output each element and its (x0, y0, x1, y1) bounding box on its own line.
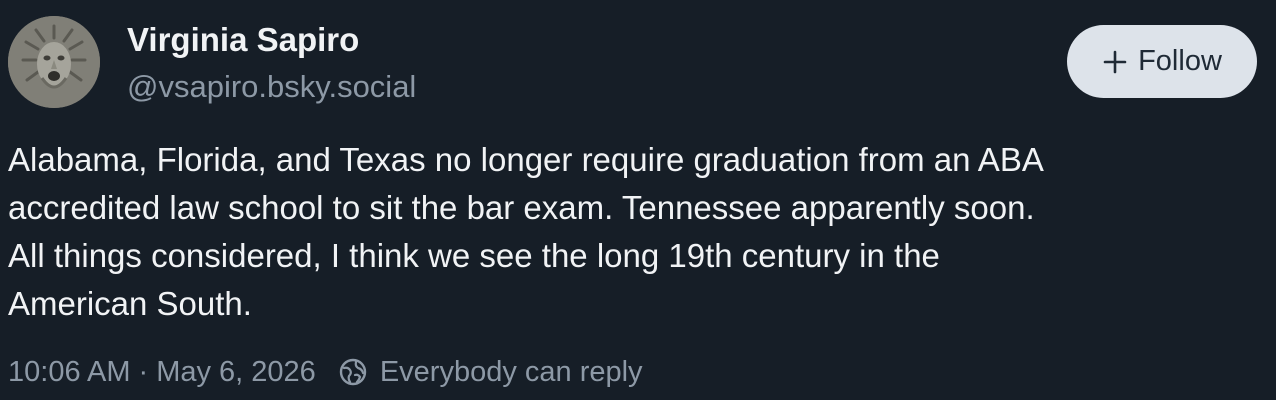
follow-button[interactable]: Follow (1067, 25, 1257, 98)
globe-icon (338, 357, 368, 387)
post-text-line: Alabama, Florida, and Texas no longer re… (8, 141, 1044, 178)
post-text: Alabama, Florida, and Texas no longer re… (8, 136, 1258, 328)
author-display-name[interactable]: Virginia Sapiro (127, 20, 359, 60)
post-text-line: American South. (8, 285, 252, 322)
avatar[interactable] (8, 16, 100, 108)
author-handle[interactable]: @vsapiro.bsky.social (127, 68, 416, 106)
post-meta: 10:06 AM · May 6, 2026 Everybody can rep… (8, 350, 643, 394)
meta-separator: · (138, 355, 149, 388)
post-text-line: All things considered, I think we see th… (8, 237, 940, 274)
plus-icon (1102, 49, 1128, 75)
follow-button-label: Follow (1138, 45, 1222, 77)
post-text-line: accredited law school to sit the bar exa… (8, 189, 1035, 226)
post-date[interactable]: May 6, 2026 (156, 356, 316, 389)
post-time[interactable]: 10:06 AM (8, 356, 131, 389)
post-card: Virginia Sapiro @vsapiro.bsky.social Fol… (0, 0, 1276, 400)
carved-stone-face-avatar-icon (8, 16, 100, 108)
reply-setting[interactable]: Everybody can reply (380, 356, 643, 389)
